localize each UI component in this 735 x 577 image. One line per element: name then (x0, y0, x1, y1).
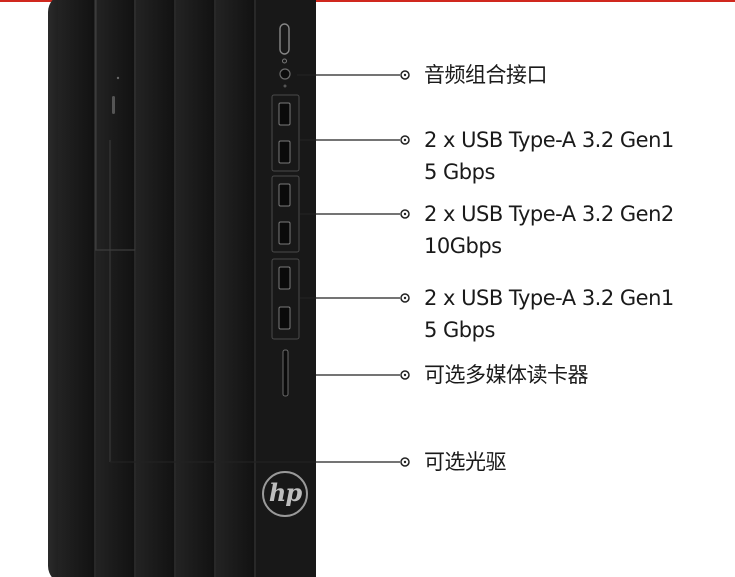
hp-logo-text: hp (268, 478, 302, 507)
callout-usb-gen1-bottom-line1: 2 x USB Type-A 3.2 Gen1 (424, 286, 674, 310)
eject-slot (112, 96, 115, 114)
callout-usb-gen2-line1: 2 x USB Type-A 3.2 Gen2 (424, 202, 674, 226)
callout-audio-text: 音频组合接口 (424, 63, 548, 87)
callout-usb-gen1-top-line2: 5 Gbps (424, 160, 495, 184)
callout-optical-drive-text: 可选光驱 (424, 450, 507, 474)
callout-dots (400, 70, 410, 467)
callout-usb-gen1-bottom: 2 x USB Type-A 3.2 Gen1 5 Gbps (424, 282, 674, 346)
callout-audio: 音频组合接口 (424, 59, 548, 91)
callout-optical-drive: 可选光驱 (424, 446, 507, 478)
callout-card-reader: 可选多媒体读卡器 (424, 359, 589, 391)
callout-usb-gen1-bottom-line2: 5 Gbps (424, 318, 495, 342)
card-reader-slot (282, 349, 289, 397)
callout-usb-gen2-line2: 10Gbps (424, 234, 502, 258)
callout-usb-gen1-top-line1: 2 x USB Type-A 3.2 Gen1 (424, 128, 674, 152)
callout-card-reader-text: 可选多媒体读卡器 (424, 363, 589, 387)
callout-usb-gen2: 2 x USB Type-A 3.2 Gen2 10Gbps (424, 198, 674, 262)
audio-jack (279, 68, 291, 80)
front-slats (58, 0, 256, 577)
callout-usb-gen1-top: 2 x USB Type-A 3.2 Gen1 5 Gbps (424, 124, 674, 188)
